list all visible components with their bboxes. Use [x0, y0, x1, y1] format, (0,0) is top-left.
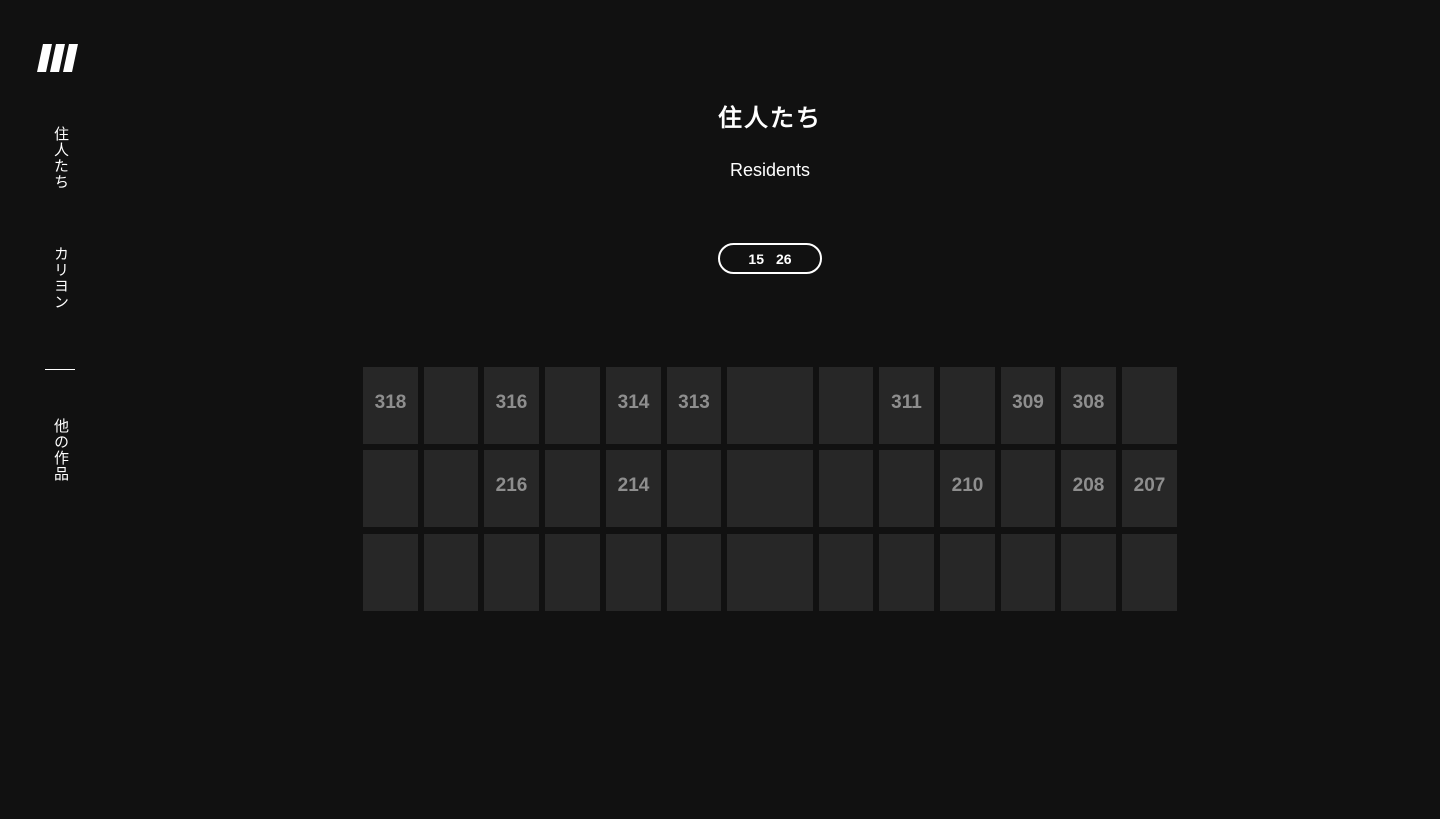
room-cell[interactable] [727, 534, 813, 611]
room-cell[interactable] [819, 367, 873, 444]
room-cell[interactable] [545, 534, 600, 611]
room-cell[interactable]: 313 [667, 367, 721, 444]
room-cell[interactable] [363, 450, 418, 527]
room-cell[interactable]: 318 [363, 367, 418, 444]
room-grid: 318 316 314 313 311 309 308 216 214 210 208 207 [363, 367, 1177, 611]
room-cell[interactable] [727, 367, 813, 444]
room-cell[interactable]: 309 [1001, 367, 1055, 444]
room-cell[interactable]: 314 [606, 367, 661, 444]
room-cell[interactable]: 316 [484, 367, 539, 444]
room-cell[interactable]: 207 [1122, 450, 1177, 527]
room-cell[interactable]: 308 [1061, 367, 1116, 444]
room-cell[interactable] [1001, 450, 1055, 527]
room-cell[interactable] [1001, 534, 1055, 611]
room-cell[interactable] [545, 450, 600, 527]
room-cell[interactable] [484, 534, 539, 611]
room-cell[interactable] [424, 367, 478, 444]
room-cell[interactable] [819, 450, 873, 527]
room-cell[interactable]: 214 [606, 450, 661, 527]
room-cell[interactable] [940, 534, 995, 611]
filter-end-value: 26 [776, 250, 792, 267]
room-cell[interactable] [667, 450, 721, 527]
room-cell[interactable] [940, 367, 995, 444]
nav-item-other-works[interactable]: 他の作品 [50, 418, 72, 482]
room-cell[interactable] [606, 534, 661, 611]
room-cell[interactable] [545, 367, 600, 444]
room-cell[interactable] [424, 534, 478, 611]
room-cell[interactable] [819, 534, 873, 611]
room-cell[interactable] [727, 450, 813, 527]
page-subtitle: Residents [729, 160, 811, 180]
filter-start-value: 15 [748, 250, 764, 267]
room-cell[interactable]: 311 [879, 367, 934, 444]
room-cell[interactable] [667, 534, 721, 611]
room-cell[interactable] [1122, 367, 1177, 444]
page-title: 住人たち [718, 104, 822, 132]
nav-item-carillon[interactable]: カリヨン [50, 246, 72, 310]
room-cell[interactable] [1061, 534, 1116, 611]
room-cell[interactable] [1122, 534, 1177, 611]
room-cell[interactable] [363, 534, 418, 611]
logo-stripe [63, 44, 78, 72]
room-cell[interactable] [424, 450, 478, 527]
filter-pill[interactable]: 15 26 [718, 243, 822, 274]
room-cell[interactable]: 210 [940, 450, 995, 527]
room-cell[interactable]: 208 [1061, 450, 1116, 527]
room-cell[interactable] [879, 450, 934, 527]
room-cell[interactable] [879, 534, 934, 611]
logo-icon[interactable] [37, 44, 80, 72]
room-cell[interactable]: 216 [484, 450, 539, 527]
nav-divider [45, 369, 75, 370]
